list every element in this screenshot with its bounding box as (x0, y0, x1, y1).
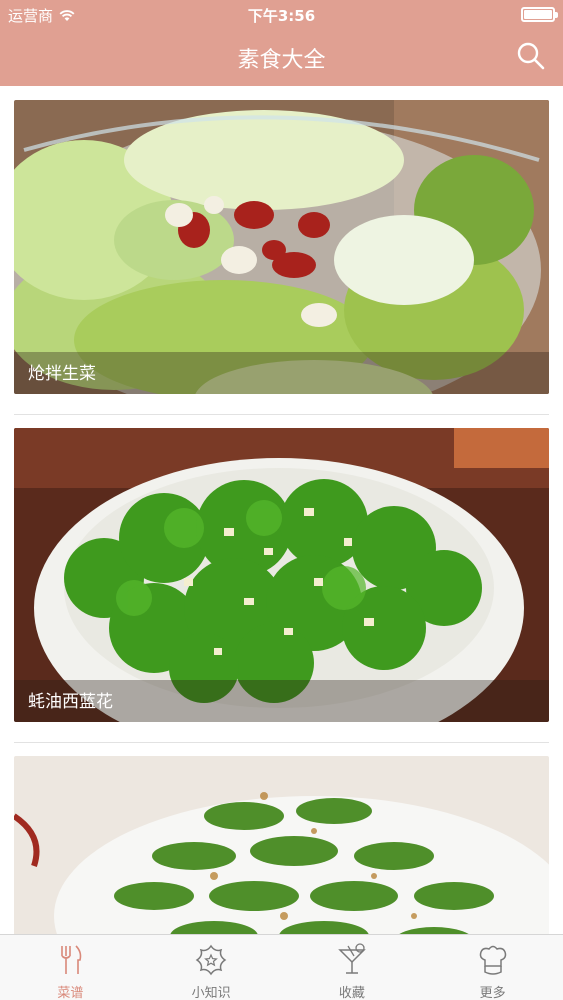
cocktail-icon (338, 943, 366, 974)
battery-icon (521, 7, 558, 22)
flower-star-icon (195, 944, 227, 976)
tab-recipes[interactable]: 菜谱 (0, 935, 141, 1000)
recipe-list[interactable]: 炝拌生菜 蚝油西蓝花 (0, 86, 563, 934)
battery-fill (524, 10, 552, 19)
recipe-photo-broccoli (14, 428, 549, 722)
tab-tips[interactable]: 小知识 (141, 935, 282, 1000)
top-bar: 运营商 下午3:56 素食大全 (0, 0, 563, 86)
recipe-photo-lettuce (14, 100, 549, 394)
chef-hat-icon (479, 945, 506, 975)
divider (14, 414, 549, 415)
recipe-photo-edamame (14, 756, 549, 934)
tab-more[interactable]: 更多 (422, 935, 563, 1000)
recipe-title: 炝拌生菜 (28, 364, 96, 384)
navigation-bar: 素食大全 (0, 28, 563, 86)
page-title: 素食大全 (237, 48, 326, 73)
tab-label: 更多 (479, 986, 506, 1000)
recipe-card-lettuce[interactable]: 炝拌生菜 (14, 100, 549, 394)
tab-label: 收藏 (338, 986, 365, 1000)
tab-label: 菜谱 (57, 986, 84, 1000)
recipe-card-edamame[interactable] (14, 756, 549, 934)
search-icon[interactable] (515, 40, 547, 72)
status-time: 下午3:56 (247, 7, 316, 25)
tab-bar: 菜谱 小知识 收藏 更多 (0, 934, 563, 1000)
recipe-title: 蚝油西蓝花 (28, 692, 113, 712)
fork-knife-icon (61, 945, 82, 974)
recipe-card-broccoli[interactable]: 蚝油西蓝花 (14, 428, 549, 722)
status-bar: 运营商 下午3:56 (0, 0, 563, 28)
divider (14, 742, 549, 743)
tab-favorites[interactable]: 收藏 (282, 935, 423, 1000)
tab-label: 小知识 (191, 986, 231, 1000)
